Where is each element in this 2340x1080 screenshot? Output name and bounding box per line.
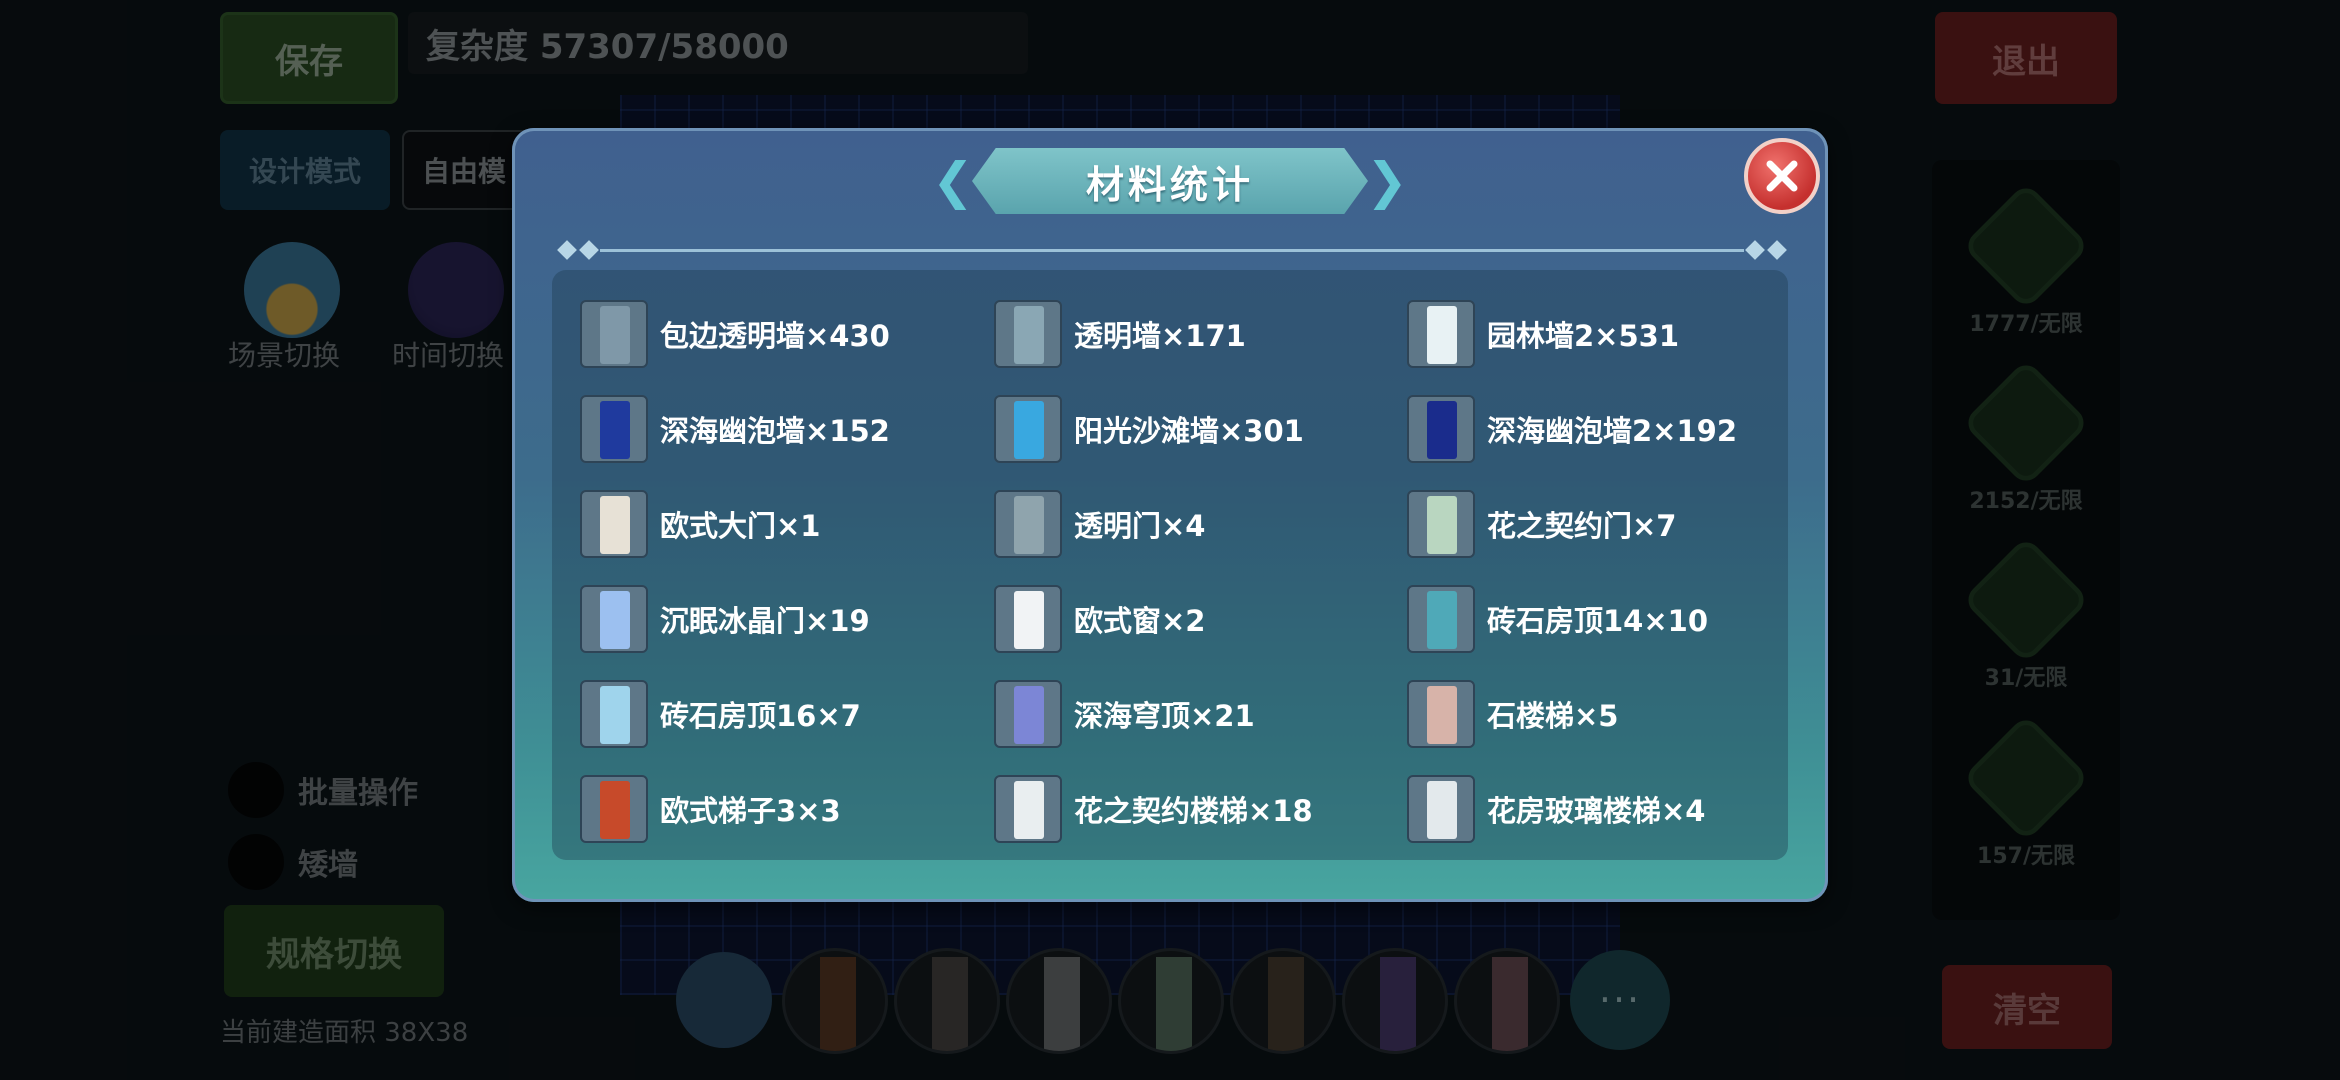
flower-pact-stairs-icon: [994, 775, 1062, 843]
material-label: 花房玻璃楼梯×4: [1487, 794, 1706, 828]
glass-wall-icon: [994, 300, 1062, 368]
material-label: 深海幽泡墙2×192: [1487, 414, 1738, 448]
material-label: 花之契约楼梯×18: [1074, 794, 1313, 828]
material-label: 砖石房顶14×10: [1487, 604, 1709, 638]
material-item: 欧式大门×1: [580, 489, 820, 559]
material-label: 沉眠冰晶门×19: [660, 604, 870, 638]
material-item: 园林墙2×531: [1407, 299, 1679, 369]
material-label: 阳光沙滩墙×301: [1074, 414, 1304, 448]
slumber-ice-crystal-door-icon: [580, 585, 648, 653]
european-ladder-icon: [580, 775, 648, 843]
european-window-icon: [994, 585, 1062, 653]
close-button[interactable]: [1744, 138, 1820, 214]
material-item: 砖石房顶14×10: [1407, 584, 1708, 654]
material-item: 花之契约门×7: [1407, 489, 1676, 559]
material-label: 透明墙×171: [1074, 319, 1246, 353]
brick-roof-14-icon: [1407, 585, 1475, 653]
material-label: 欧式窗×2: [1074, 604, 1206, 638]
glass-door-icon: [994, 490, 1062, 558]
material-label: 园林墙2×531: [1487, 319, 1680, 353]
deep-sea-bubble-wall-icon: [580, 395, 648, 463]
swirl-ornament-icon: ❯: [1366, 152, 1408, 210]
sunny-beach-wall-icon: [994, 395, 1062, 463]
title-divider: [557, 240, 1787, 260]
material-item: 深海穹顶×21: [994, 679, 1255, 749]
material-item: 花之契约楼梯×18: [994, 774, 1313, 844]
edged-glass-wall-icon: [580, 300, 648, 368]
stone-stairs-icon: [1407, 680, 1475, 748]
material-item: 欧式窗×2: [994, 584, 1205, 654]
material-label: 砖石房顶16×7: [660, 699, 861, 733]
material-item: 沉眠冰晶门×19: [580, 584, 870, 654]
material-item: 花房玻璃楼梯×4: [1407, 774, 1705, 844]
material-list: 包边透明墙×430 透明墙×171 园林墙2×531 深海幽泡墙×152 阳光沙滩墙×3…: [552, 270, 1788, 860]
material-label: 花之契约门×7: [1487, 509, 1677, 543]
greenhouse-glass-stairs-icon: [1407, 775, 1475, 843]
material-item: 透明门×4: [994, 489, 1205, 559]
garden-wall-icon: [1407, 300, 1475, 368]
material-item: 阳光沙滩墙×301: [994, 394, 1304, 464]
material-item: 包边透明墙×430: [580, 299, 890, 369]
material-label: 深海幽泡墙×152: [660, 414, 890, 448]
material-stats-dialog: ❮ 材料统计 ❯ 包边透明墙×430 透明墙×171 园林墙2×531 深海幽泡墙×1…: [512, 128, 1828, 902]
material-label: 包边透明墙×430: [660, 319, 890, 353]
material-item: 透明墙×171: [994, 299, 1246, 369]
material-label: 石楼梯×5: [1487, 699, 1619, 733]
material-item: 欧式梯子3×3: [580, 774, 841, 844]
material-item: 深海幽泡墙×152: [580, 394, 890, 464]
flower-pact-door-icon: [1407, 490, 1475, 558]
material-label: 透明门×4: [1074, 509, 1206, 543]
material-item: 深海幽泡墙2×192: [1407, 394, 1737, 464]
title-banner: 材料统计: [972, 148, 1368, 214]
brick-roof-16-icon: [580, 680, 648, 748]
european-gate-icon: [580, 490, 648, 558]
close-icon: [1766, 160, 1798, 192]
material-item: 砖石房顶16×7: [580, 679, 861, 749]
material-label: 深海穹顶×21: [1074, 699, 1255, 733]
deep-sea-dome-icon: [994, 680, 1062, 748]
material-label: 欧式大门×1: [660, 509, 821, 543]
deep-sea-bubble-wall-2-icon: [1407, 395, 1475, 463]
material-label: 欧式梯子3×3: [660, 794, 841, 828]
material-item: 石楼梯×5: [1407, 679, 1618, 749]
dialog-title: 材料统计: [1085, 162, 1254, 207]
